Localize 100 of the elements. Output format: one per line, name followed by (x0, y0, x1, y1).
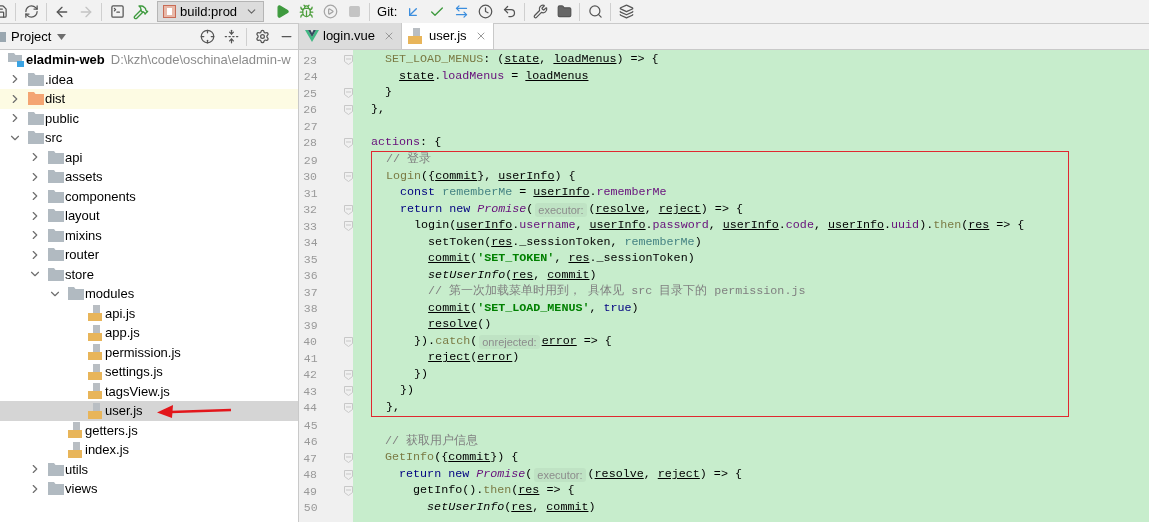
line-number: 30 (302, 169, 317, 186)
code-text: setUserInfo(res, commit) (426, 499, 596, 516)
parameter-hint: onrejected: (479, 334, 540, 349)
code-text: // 获取用户信息 (384, 433, 479, 450)
fold-marker-icon[interactable] (344, 486, 353, 497)
code-text: setToken(res._sessionToken, rememberMe) (427, 234, 702, 251)
tree-item[interactable]: index.js (0, 440, 298, 460)
tree-item[interactable]: router (0, 245, 298, 265)
code-text: actions: { (371, 134, 442, 151)
folder-icon (48, 228, 64, 242)
folder-icon (28, 131, 44, 145)
folder-icon (68, 287, 84, 301)
code-text: (resolve, reject) => { (588, 201, 743, 218)
panel-title[interactable]: Project (11, 26, 52, 47)
fold-marker-icon[interactable] (344, 453, 353, 464)
code-text: SET_LOAD_MENUS: (state, loadMenus) => { (384, 51, 659, 69)
fold-marker-icon[interactable] (344, 104, 353, 115)
code-text: commit('SET_TOKEN', res._sessionToken) (427, 250, 695, 268)
line-number: 50 (302, 500, 318, 517)
line-number: 48 (302, 467, 317, 484)
folder-icon (48, 150, 64, 164)
tree-item[interactable]: user.js (0, 401, 298, 421)
line-number: 44 (302, 400, 317, 417)
tree-item[interactable]: components (0, 186, 298, 206)
folder-icon (48, 267, 64, 281)
code-text: }).catch( (413, 333, 478, 350)
line-number: 47 (302, 450, 317, 467)
tree-item[interactable]: tagsView.js (0, 381, 298, 401)
fold-marker-icon[interactable] (344, 204, 353, 215)
js-file-icon (88, 305, 104, 322)
js-file-icon (88, 363, 104, 380)
code-text: GetInfo({commit}) { (384, 449, 519, 467)
tree-item[interactable]: settings.js (0, 362, 298, 382)
code-text: return new Promise( (399, 201, 534, 218)
folder-icon (48, 248, 64, 262)
tree-item[interactable]: public (0, 108, 298, 128)
line-number: 29 (302, 152, 318, 169)
line-number: 28 (302, 135, 317, 152)
folder-icon (48, 209, 64, 223)
code-text: }) (413, 366, 429, 383)
line-number: 25 (302, 85, 317, 102)
tree-item[interactable]: eladmin-web D:\kzh\code\oschina\eladmin-w (0, 50, 298, 70)
line-number: 34 (302, 235, 318, 252)
fold-marker-icon[interactable] (344, 402, 353, 413)
vue-file-icon (305, 30, 319, 42)
tree-item[interactable]: utils (0, 459, 298, 479)
folder-icon (48, 189, 64, 203)
code-text: const rememberMe = userInfo.rememberMe (399, 184, 667, 202)
fold-marker-icon[interactable] (344, 369, 353, 380)
js-file-icon (88, 344, 104, 361)
config-icon (163, 5, 176, 18)
js-file-icon (88, 324, 104, 341)
tree-item[interactable]: assets (0, 167, 298, 187)
tree-item[interactable]: app.js (0, 323, 298, 343)
project-folder-icon (8, 52, 24, 67)
code-text: }) (399, 382, 415, 400)
line-number: 43 (302, 383, 317, 400)
tree-item[interactable]: permission.js (0, 342, 298, 362)
fold-marker-icon[interactable] (344, 221, 353, 232)
code-text: Login({commit}, userInfo) { (385, 168, 576, 185)
editor-tab[interactable]: user.js (402, 23, 494, 49)
tree-item[interactable]: src (0, 128, 298, 148)
line-number: 27 (302, 118, 318, 135)
tree-item[interactable]: api (0, 147, 298, 167)
tree-item[interactable]: dist (0, 89, 298, 109)
fold-marker-icon[interactable] (344, 137, 353, 148)
tree-item[interactable]: store (0, 264, 298, 284)
folder-icon (28, 92, 44, 106)
folder-icon (48, 482, 64, 496)
line-number: 39 (302, 317, 318, 334)
parameter-hint: executor: (535, 202, 587, 217)
code-text: state.loadMenus = loadMenus (398, 68, 589, 85)
tree-item[interactable]: mixins (0, 225, 298, 245)
tree-item[interactable]: getters.js (0, 420, 298, 440)
line-number: 33 (302, 218, 317, 235)
line-number: 46 (302, 434, 318, 451)
folder-icon (28, 72, 44, 86)
tree-item[interactable]: views (0, 479, 298, 499)
fold-marker-icon[interactable] (344, 55, 353, 66)
line-number: 37 (302, 284, 318, 301)
tree-item[interactable]: .idea (0, 69, 298, 89)
line-number: 40 (302, 334, 317, 351)
fold-marker-icon[interactable] (344, 171, 353, 182)
editor-tab[interactable]: login.vue (299, 23, 403, 49)
line-number: 45 (302, 417, 318, 434)
js-file-icon (88, 383, 104, 400)
tree-item[interactable]: layout (0, 206, 298, 226)
tree-item[interactable]: api.js (0, 303, 298, 323)
fold-marker-icon[interactable] (344, 386, 353, 397)
fold-marker-icon[interactable] (344, 469, 353, 480)
line-number: 23 (302, 52, 317, 69)
dropdown-caret-icon[interactable] (57, 33, 67, 40)
folder-icon (28, 111, 44, 125)
code-text: login(userInfo.username, userInfo.password, userInfo.code, userInfo.uuid).then(res => { (413, 217, 1025, 235)
line-number: 36 (302, 268, 318, 285)
run-configuration-dropdown[interactable]: build:prod (157, 1, 265, 22)
tree-item[interactable]: modules (0, 284, 298, 304)
fold-marker-icon[interactable] (344, 336, 353, 347)
fold-marker-icon[interactable] (344, 88, 353, 99)
line-number: 35 (302, 251, 318, 268)
